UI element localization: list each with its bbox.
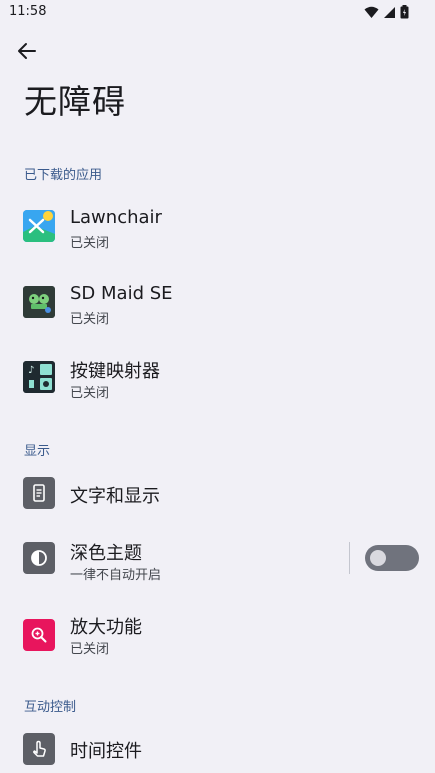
toggle-knob (370, 550, 386, 566)
key-mapper-icon: ♪ (23, 361, 55, 393)
list-item-lawnchair[interactable]: Lawnchair 已关闭 (0, 195, 435, 257)
section-header-display: 显示 (24, 444, 51, 459)
timing-controls-label: 时间控件 (70, 741, 142, 762)
list-item-dark-theme[interactable]: 深色主题 一律不自动开启 (0, 534, 435, 586)
magnification-label: 放大功能 (70, 617, 142, 638)
lawnchair-icon (23, 210, 55, 242)
app-status-key-mapper: 已关闭 (70, 386, 110, 401)
status-bar: 11:58 (0, 0, 435, 26)
toggle-divider (349, 542, 350, 574)
dark-theme-summary: 一律不自动开启 (70, 568, 162, 583)
text-display-icon (23, 477, 55, 509)
sd-maid-icon (23, 286, 55, 318)
list-item-timing-controls[interactable]: 时间控件 (0, 725, 435, 773)
magnification-icon (23, 619, 55, 651)
back-arrow-icon (18, 43, 36, 59)
list-item-sd-maid[interactable]: SD Maid SE 已关闭 (0, 271, 435, 333)
list-item-text-display[interactable]: 文字和显示 (0, 470, 435, 516)
battery-icon (400, 5, 409, 19)
app-status-lawnchair: 已关闭 (70, 236, 110, 251)
list-item-magnification[interactable]: 放大功能 已关闭 (0, 605, 435, 661)
touch-gesture-icon (23, 733, 55, 765)
app-label-lawnchair: Lawnchair (70, 207, 162, 228)
section-header-downloaded: 已下载的应用 (24, 168, 103, 183)
list-item-key-mapper[interactable]: ♪ 按键映射器 已关闭 (0, 346, 435, 408)
app-label-key-mapper: 按键映射器 (70, 361, 160, 382)
app-label-sd-maid: SD Maid SE (70, 283, 173, 304)
back-button[interactable] (14, 38, 40, 64)
section-header-interaction: 互动控制 (24, 700, 77, 715)
app-status-sd-maid: 已关闭 (70, 312, 110, 327)
svg-text:♪: ♪ (28, 365, 34, 376)
text-display-label: 文字和显示 (70, 486, 160, 507)
magnification-status: 已关闭 (70, 642, 110, 657)
status-icons (364, 5, 409, 19)
dark-theme-label: 深色主题 (70, 543, 142, 564)
wifi-icon (364, 6, 379, 18)
page-title: 无障碍 (24, 82, 126, 121)
dark-theme-toggle[interactable] (365, 545, 419, 571)
cell-signal-icon (384, 6, 395, 18)
status-time: 11:58 (9, 4, 47, 19)
dark-theme-icon (23, 542, 55, 574)
